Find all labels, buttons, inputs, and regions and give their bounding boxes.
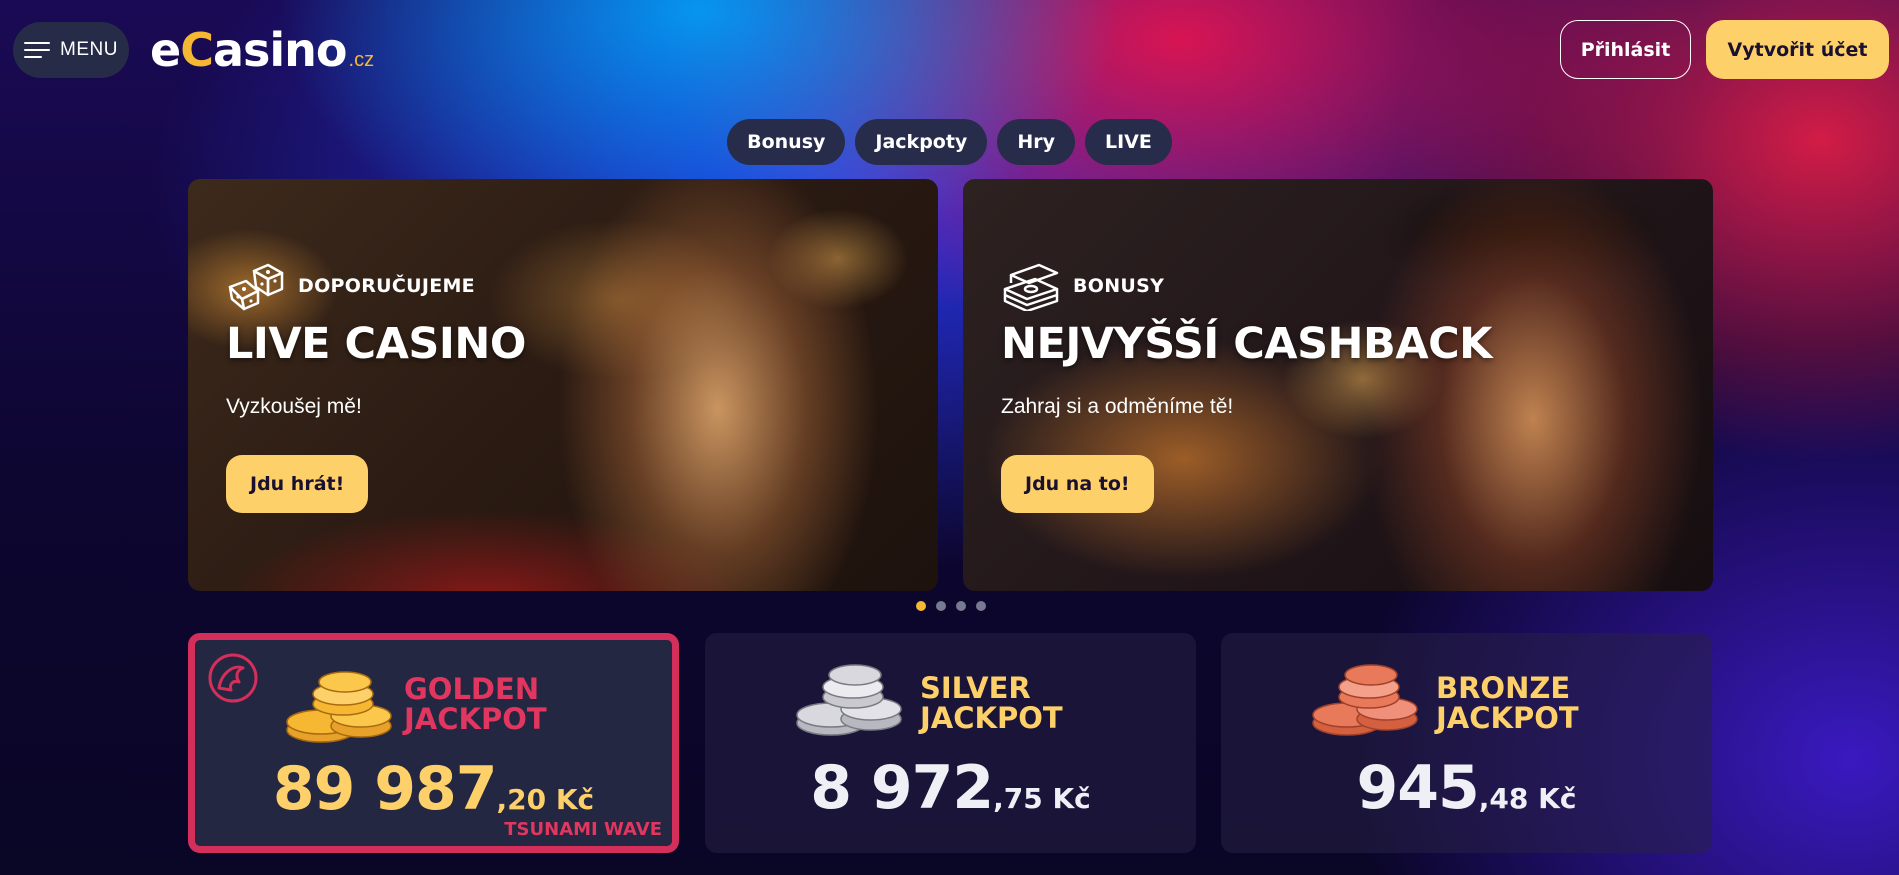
category-pills: Bonusy Jackpoty Hry LIVE: [0, 119, 1899, 165]
jackpot-amount: 89 987,20 Kč: [195, 754, 672, 824]
jackpot-name-line1: BRONZE: [1436, 671, 1571, 705]
jackpot-name-line1: GOLDEN: [404, 672, 540, 706]
banner-live-casino[interactable]: DOPORUČUJEME LIVE CASINO Vyzkoušej mě! J…: [188, 179, 938, 591]
pill-hry[interactable]: Hry: [997, 119, 1075, 165]
carousel-dots: [916, 601, 986, 611]
banner-tag: BONUSY: [1001, 261, 1164, 311]
banner-subtitle: Zahraj si a odměníme tě!: [1001, 395, 1234, 418]
dice-icon: [228, 263, 284, 311]
logo-tld: .cz: [348, 49, 375, 71]
jackpot-silver[interactable]: SILVER JACKPOT 8 972,75 Kč: [705, 633, 1196, 853]
jackpot-name-line1: SILVER: [920, 671, 1031, 705]
jackpot-name: BRONZE JACKPOT: [1436, 673, 1579, 733]
tsunami-wave-icon: [208, 653, 258, 703]
hamburger-icon: [24, 42, 51, 58]
jackpot-amount-dec: ,75 Kč: [993, 782, 1091, 815]
tsunami-wave-badge: TSUNAMI WAVE: [504, 819, 662, 840]
jackpot-amount-int: 945: [1356, 753, 1480, 823]
pill-bonusy[interactable]: Bonusy: [727, 119, 846, 165]
jackpot-golden[interactable]: GOLDEN JACKPOT 89 987,20 Kč TSUNAMI WAVE: [188, 633, 679, 853]
money-stack-icon: [1003, 263, 1059, 311]
jackpot-bronze[interactable]: BRONZE JACKPOT 945,48 Kč: [1221, 633, 1712, 853]
gold-coins-icon: [286, 671, 392, 743]
jackpot-name-line2: JACKPOT: [920, 701, 1063, 735]
menu-label: MENU: [60, 39, 118, 60]
jackpot-amount: 8 972,75 Kč: [705, 753, 1196, 823]
jackpot-name: GOLDEN JACKPOT: [404, 674, 547, 734]
banner-subtitle: Vyzkoušej mě!: [226, 395, 362, 418]
cta-button[interactable]: Jdu na to!: [1001, 455, 1154, 513]
jackpot-name-line2: JACKPOT: [1436, 701, 1579, 735]
bronze-coins-icon: [1312, 664, 1418, 736]
banner-title: NEJVYŠŠÍ CASHBACK: [1001, 319, 1492, 369]
jackpot-amount-dec: ,20 Kč: [496, 783, 595, 816]
carousel-dot[interactable]: [916, 601, 926, 611]
menu-button[interactable]: MENU: [13, 22, 129, 78]
pill-live[interactable]: LIVE: [1085, 119, 1172, 165]
logo-rest: asino: [212, 23, 348, 77]
banner-cashback[interactable]: BONUSY NEJVYŠŠÍ CASHBACK Zahraj si a odm…: [963, 179, 1713, 591]
banner-tag-label: DOPORUČUJEME: [298, 275, 475, 297]
site-logo[interactable]: e Casino .cz: [150, 22, 374, 78]
register-button[interactable]: Vytvořit účet: [1706, 20, 1889, 79]
login-button[interactable]: Přihlásit: [1560, 20, 1691, 79]
pill-jackpoty[interactable]: Jackpoty: [855, 119, 988, 165]
jackpot-name: SILVER JACKPOT: [920, 673, 1063, 733]
carousel-dot[interactable]: [936, 601, 946, 611]
jackpot-name-line2: JACKPOT: [404, 702, 547, 736]
jackpot-amount-int: 89 987: [272, 754, 498, 824]
jackpot-amount-dec: ,48 Kč: [1478, 782, 1577, 815]
jackpot-amount: 945,48 Kč: [1221, 753, 1712, 823]
silver-coins-icon: [796, 664, 902, 736]
logo-e: e: [150, 23, 181, 77]
banner-tag-label: BONUSY: [1073, 275, 1165, 297]
logo-c: C: [180, 23, 214, 77]
banner-title: LIVE CASINO: [226, 319, 526, 369]
banner-tag: DOPORUČUJEME: [226, 261, 475, 311]
carousel-dot[interactable]: [976, 601, 986, 611]
carousel-dot[interactable]: [956, 601, 966, 611]
jackpot-amount-int: 8 972: [810, 753, 994, 823]
play-button[interactable]: Jdu hrát!: [226, 455, 369, 513]
